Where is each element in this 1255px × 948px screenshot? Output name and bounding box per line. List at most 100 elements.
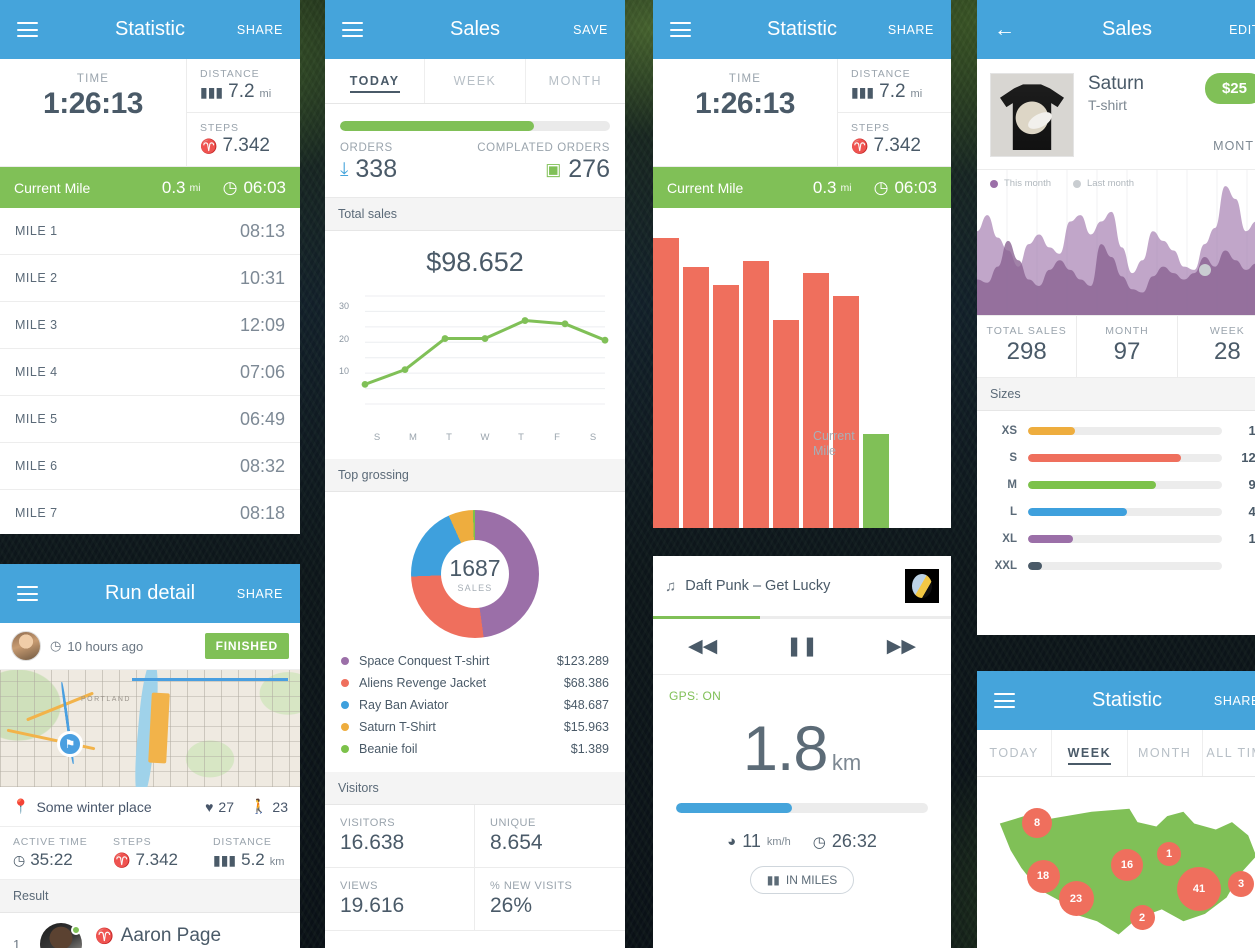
now-playing-row[interactable]: ♫ Daft Punk – Get Lucky bbox=[653, 556, 951, 616]
sales-header: Sales SAVE bbox=[325, 0, 625, 59]
distance-label: DISTANCE bbox=[851, 68, 911, 80]
map-marker[interactable]: 16 bbox=[1111, 849, 1143, 881]
clock-icon: ◷ bbox=[812, 833, 826, 851]
tab-map-3[interactable]: ALL TIME bbox=[1203, 730, 1255, 776]
rewind-icon[interactable]: ◀◀ bbox=[653, 619, 752, 674]
legend-amount: $48.687 bbox=[563, 698, 609, 712]
product-total-value: 28 bbox=[1213, 338, 1241, 365]
trophy-icon: ♈ bbox=[200, 138, 218, 154]
mile-row[interactable]: MILE 7 08:18 bbox=[0, 490, 300, 534]
hamburger-icon[interactable] bbox=[342, 22, 363, 37]
tab-map-1[interactable]: WEEK bbox=[1052, 730, 1128, 776]
hamburger-icon[interactable] bbox=[994, 693, 1015, 708]
mile-row[interactable]: MILE 5 06:49 bbox=[0, 396, 300, 443]
size-label: XL bbox=[1002, 532, 1017, 545]
product-total: WEEK 28 bbox=[1178, 316, 1255, 377]
distance-unit: mi bbox=[259, 88, 272, 100]
product-name: Saturn bbox=[1088, 73, 1144, 94]
legend-color-dot bbox=[341, 723, 349, 731]
unit-toggle-button[interactable]: ▮▮ IN MILES bbox=[750, 866, 854, 894]
back-arrow-icon[interactable]: ← bbox=[994, 19, 1015, 40]
hamburger-icon[interactable] bbox=[17, 22, 38, 37]
run-stat-value: 35:22 bbox=[30, 850, 73, 869]
sales-line-chart: 10 20 30 bbox=[339, 288, 611, 428]
song-title: Daft Punk – Get Lucky bbox=[685, 578, 831, 594]
y-tick: 20 bbox=[339, 333, 350, 344]
visitor-stat-label: VISITORS bbox=[340, 817, 396, 829]
share-button[interactable]: SHARE bbox=[237, 23, 283, 37]
map-marker[interactable]: 18 bbox=[1026, 859, 1060, 893]
share-button[interactable]: SHARE bbox=[1214, 694, 1255, 708]
product-total-value: 298 bbox=[1006, 338, 1047, 365]
map-marker[interactable]: 3 bbox=[1228, 871, 1254, 898]
clock-icon: ◷ bbox=[873, 177, 889, 197]
run-stat: ACTIVE TIME ◷ 35:22 bbox=[0, 827, 100, 879]
album-art bbox=[905, 569, 939, 603]
us-map[interactable]: 8 18 23 16 1 2 41 3 bbox=[977, 785, 1255, 945]
mile-row[interactable]: MILE 2 10:31 bbox=[0, 255, 300, 302]
orders-value-row: ⤓ 338 bbox=[340, 155, 397, 184]
mile-label: MILE 6 bbox=[15, 459, 58, 473]
clock-icon: ◷ bbox=[13, 852, 26, 868]
current-mile-pace: ◷ 06:03 bbox=[223, 178, 286, 198]
y-tick: 10 bbox=[339, 366, 350, 377]
forward-icon[interactable]: ▶▶ bbox=[852, 619, 951, 674]
area-chart-marker[interactable] bbox=[1199, 264, 1211, 276]
bar bbox=[803, 273, 829, 528]
music-note-icon: ♫ bbox=[665, 577, 677, 595]
map-marker[interactable]: 41 bbox=[1177, 867, 1221, 911]
mile-time: 06:49 bbox=[239, 408, 285, 429]
x-tick: F bbox=[554, 432, 560, 443]
summary-row: TIME 1:26:13 DISTANCE ▮▮▮ 7.2 mi STEPS ♈… bbox=[653, 59, 951, 167]
hamburger-icon[interactable] bbox=[670, 22, 691, 37]
steps-box: STEPS ♈ 7.342 bbox=[838, 112, 951, 166]
pause-icon[interactable]: ❚❚ bbox=[752, 619, 851, 674]
panel-statistic-miles: Statistic SHARE TIME 1:26:13 DISTANCE ▮▮… bbox=[0, 0, 300, 534]
mile-row[interactable]: MILE 1 08:13 bbox=[0, 208, 300, 255]
legend-label: Saturn T-Shirt bbox=[359, 720, 436, 734]
hamburger-icon[interactable] bbox=[17, 586, 38, 601]
completed-value-row: ▣ 276 bbox=[477, 155, 610, 184]
map-marker[interactable]: 2 bbox=[1129, 905, 1155, 931]
share-button[interactable]: SHARE bbox=[237, 587, 283, 601]
mile-row[interactable]: MILE 3 12:09 bbox=[0, 302, 300, 349]
share-button[interactable]: SHARE bbox=[888, 23, 934, 37]
current-mile-pace: ◷ 06:03 bbox=[874, 178, 937, 198]
sales-tabs: TODAY WEEK MONTH bbox=[325, 59, 625, 104]
bars-icon: ▮▮▮ bbox=[851, 84, 875, 100]
elapsed-value: 26:32 bbox=[831, 831, 877, 851]
legend-label: Space Conquest T-shirt bbox=[359, 654, 490, 668]
result-row[interactable]: 1 ♈ Aaron Page 29:47 bbox=[0, 913, 300, 948]
legend-label: Ray Ban Aviator bbox=[359, 698, 449, 712]
map-marker[interactable]: 1 bbox=[1157, 841, 1181, 866]
tab-sales-0[interactable]: TODAY bbox=[325, 59, 426, 103]
map-label: PORTLAND bbox=[81, 695, 131, 703]
product-total-label: MONTH bbox=[1105, 325, 1149, 337]
product-total-value: 97 bbox=[1113, 338, 1141, 365]
legend-row: Ray Ban Aviator $48.687 bbox=[341, 694, 609, 716]
mile-row[interactable]: MILE 6 08:32 bbox=[0, 443, 300, 490]
monthly-sales-area-chart: This month Last month bbox=[977, 170, 1255, 315]
map-marker[interactable]: 23 bbox=[1058, 881, 1094, 917]
area-legend-item: This month bbox=[990, 178, 1051, 189]
distance-value-row: ▮▮▮ 7.2 mi bbox=[851, 81, 951, 103]
route-map[interactable]: ⚑ PORTLAND bbox=[0, 670, 300, 787]
bar bbox=[683, 267, 709, 528]
visitor-stat-label: UNIQUE bbox=[490, 817, 536, 829]
product-row: Saturn T-shirt $25 MONTH bbox=[977, 59, 1255, 170]
save-button[interactable]: SAVE bbox=[573, 23, 608, 37]
orders-progress-bar bbox=[340, 121, 610, 131]
tab-sales-2[interactable]: MONTH bbox=[526, 59, 625, 103]
tab-sales-1[interactable]: WEEK bbox=[425, 59, 526, 103]
runners-stat: 🚶 23 bbox=[250, 798, 288, 815]
completed-orders-stat: COMPLATED ORDERS ▣ 276 bbox=[477, 142, 610, 184]
steps-label: STEPS bbox=[200, 122, 239, 134]
tab-map-2[interactable]: MONTH bbox=[1128, 730, 1203, 776]
mile-row[interactable]: MILE 4 07:06 bbox=[0, 349, 300, 396]
size-bar-track bbox=[1028, 534, 1222, 543]
tab-map-0[interactable]: TODAY bbox=[977, 730, 1053, 776]
panel-product-sales: ← Sales EDIT Saturn T-shirt $25 MONTH Th… bbox=[977, 0, 1255, 635]
total-sales-value: $98.652 bbox=[426, 247, 524, 277]
edit-button[interactable]: EDIT bbox=[1229, 23, 1255, 37]
panel-run-detail: Run detail SHARE ◷ 10 hours ago FINISHED… bbox=[0, 564, 300, 948]
